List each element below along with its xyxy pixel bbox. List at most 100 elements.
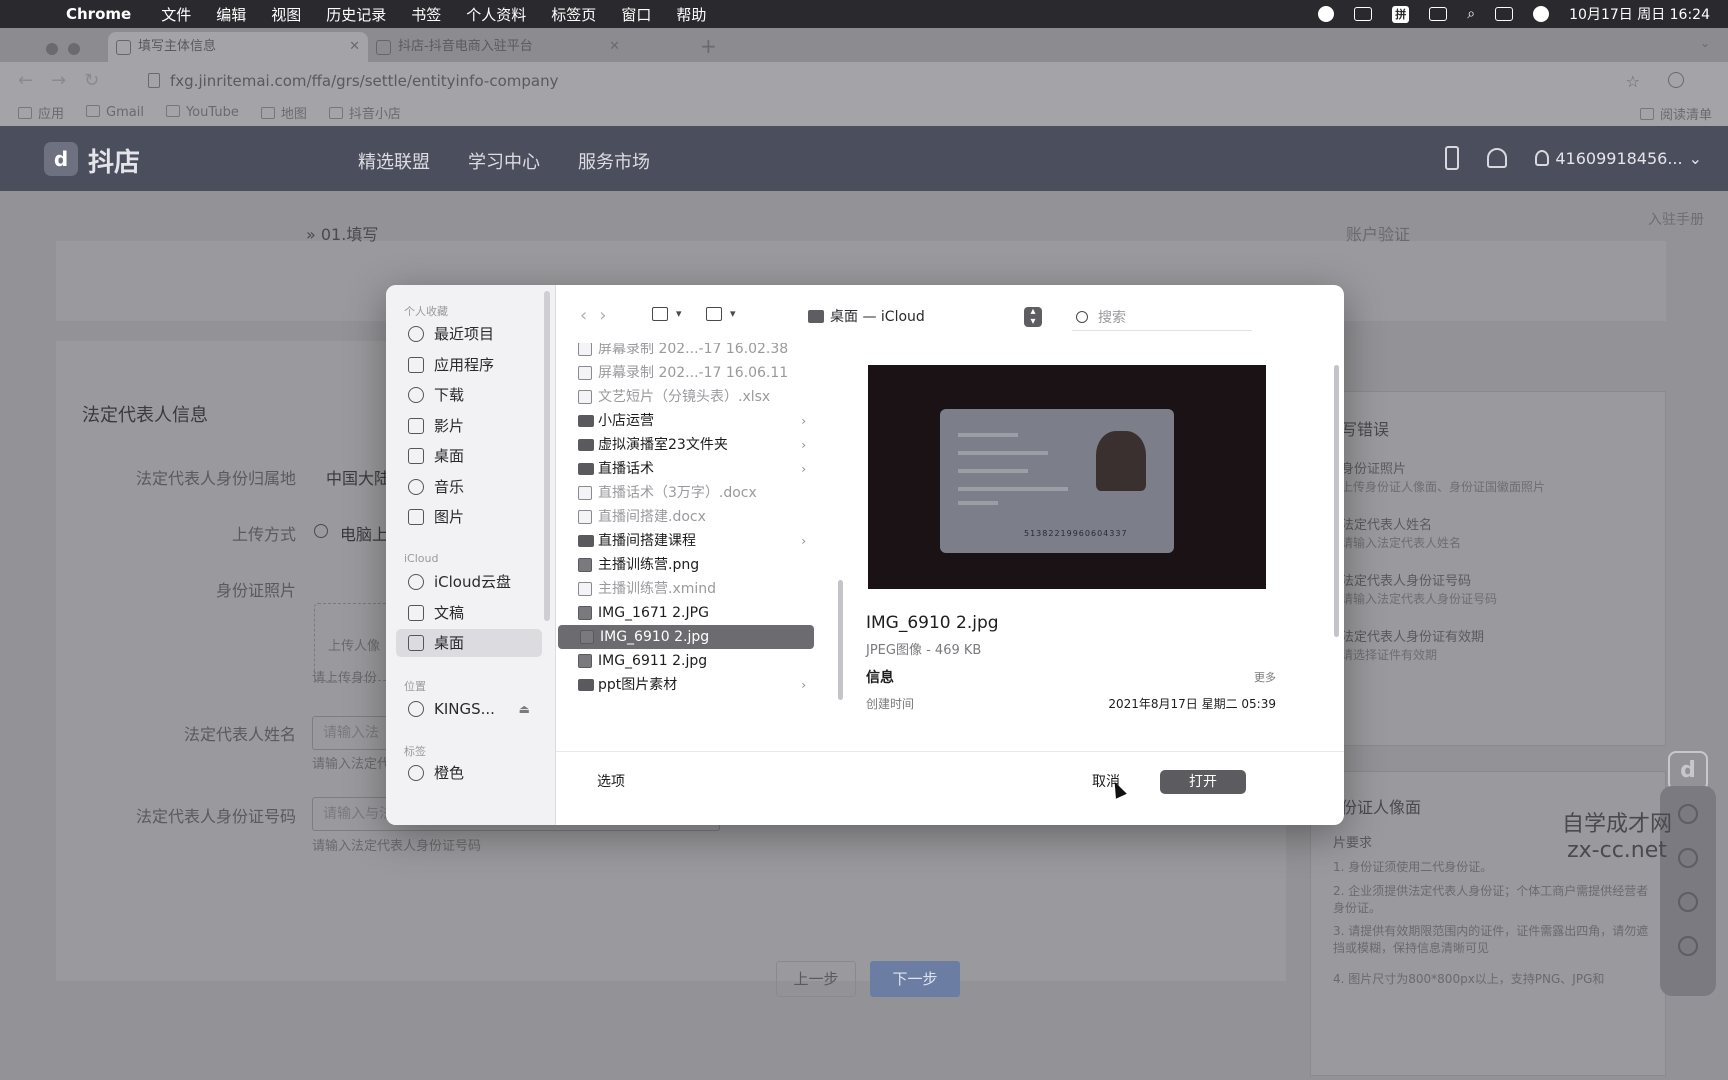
tab-search-chevron-icon[interactable]: ⌄	[1700, 36, 1710, 50]
file-row[interactable]: IMG_1671 2.JPG	[556, 601, 816, 625]
file-row[interactable]: 直播话术（3万字）.docx	[556, 481, 816, 505]
record-status-icon[interactable]	[1318, 6, 1335, 22]
prev-step-button[interactable]: 上一步	[776, 961, 856, 997]
profile-avatar-icon[interactable]	[1668, 72, 1684, 88]
menu-help[interactable]: 帮助	[676, 4, 706, 25]
sidebar-item-icloud-drive[interactable]: iCloud云盘	[396, 568, 542, 596]
file-row[interactable]: IMG_6910 2.jpg	[558, 625, 814, 649]
siri-icon[interactable]	[1533, 6, 1550, 22]
open-button[interactable]: 打开	[1160, 770, 1246, 794]
sidebar-item-pictures[interactable]: 图片	[396, 503, 542, 531]
group-grid-icon[interactable]	[706, 307, 722, 321]
menubar-clock[interactable]: 10月17日 周日 16:24	[1569, 4, 1710, 24]
file-row[interactable]: 屏幕录制 202...-17 16.02.38	[556, 343, 816, 361]
sidebar-item-drive[interactable]: KINGS... ⏏	[396, 695, 542, 723]
sidebar-item-movies[interactable]: 影片	[396, 412, 542, 440]
error-item-title[interactable]: 法定代表人姓名	[1341, 514, 1432, 533]
next-step-button[interactable]: 下一步	[870, 961, 960, 997]
file-row[interactable]: IMG_6911 2.jpg	[556, 649, 816, 673]
tab-close-icon[interactable]: ✕	[349, 32, 360, 62]
error-item-title[interactable]: 身份证照片	[1341, 458, 1406, 477]
tab-entity-info[interactable]: 填写主体信息 ✕	[108, 32, 368, 62]
sidebar-item-recents[interactable]: 最近项目	[396, 320, 542, 348]
bookmark-youtube[interactable]: YouTube	[165, 104, 239, 120]
folder-row[interactable]: 虚拟演播室23文件夹 ›	[556, 433, 816, 457]
book-icon[interactable]	[1678, 804, 1698, 824]
upload-method-radio[interactable]	[314, 524, 328, 538]
file-row[interactable]: 主播训练营.png	[556, 553, 816, 577]
clock-icon[interactable]	[1678, 892, 1698, 912]
chevron-down-icon[interactable]: ▾	[730, 307, 736, 320]
site-logo-text[interactable]: 抖店	[88, 142, 140, 179]
settle-manual-link[interactable]: 入驻手册	[1648, 209, 1704, 229]
menu-bookmarks[interactable]: 书签	[411, 4, 441, 25]
tab-close-icon[interactable]: ✕	[609, 32, 620, 62]
back-forward-icons[interactable]: ‹›	[580, 305, 618, 326]
file-row[interactable]: 屏幕录制 202...-17 16.06.11	[556, 361, 816, 385]
menu-file[interactable]: 文件	[161, 4, 191, 25]
doudian-logo-icon[interactable]: d	[44, 142, 78, 176]
sidebar-item-tag-orange[interactable]: 橙色	[396, 759, 542, 787]
bookmark-maps[interactable]: 地图	[260, 103, 307, 122]
control-center-icon[interactable]	[1495, 7, 1514, 21]
reading-list[interactable]: 阅读清单	[1639, 104, 1712, 123]
menu-app-name[interactable]: Chrome	[66, 5, 131, 23]
sidebar-scrollbar[interactable]	[544, 291, 550, 621]
folder-row[interactable]: 小店运营 ›	[556, 409, 816, 433]
notification-bell-icon[interactable]	[1487, 148, 1508, 168]
sidebar-item-documents[interactable]: 文稿	[396, 599, 542, 627]
sidebar-item-music[interactable]: 音乐	[396, 473, 542, 501]
chevron-down-icon[interactable]: ▾	[676, 307, 682, 320]
folder-row[interactable]: ppt图片素材 ›	[556, 673, 816, 697]
menu-edit[interactable]: 编辑	[216, 4, 246, 25]
file-row[interactable]: 直播间搭建.docx	[556, 505, 816, 529]
file-list-scrollbar[interactable]	[838, 580, 843, 700]
sidebar-item-downloads[interactable]: 下载	[396, 381, 542, 409]
menu-tabs[interactable]: 标签页	[551, 4, 596, 25]
folder-row[interactable]: 直播间搭建课程 ›	[556, 529, 816, 553]
sidebar-item-icloud-desktop[interactable]: 桌面	[396, 629, 542, 657]
bookmark-doudian[interactable]: 抖音小店	[328, 103, 401, 122]
spotlight-search-icon[interactable]: ⌕	[1467, 6, 1475, 22]
more-link[interactable]: 更多	[1254, 669, 1276, 685]
back-forward-reload-icons[interactable]: ←→↻	[18, 70, 117, 91]
new-tab-icon[interactable]: +	[700, 34, 717, 58]
region-value[interactable]: 中国大陆	[326, 465, 390, 489]
window-close-button[interactable]	[46, 43, 58, 55]
location-popup[interactable]: 桌面 — iCloud ▴ ▾	[804, 305, 1042, 329]
mobile-phone-icon[interactable]	[1445, 146, 1460, 170]
sidebar-item-desktop[interactable]: 桌面	[396, 442, 542, 470]
float-doudian-logo-icon[interactable]: d	[1668, 751, 1708, 791]
eject-icon[interactable]: ⏏	[519, 695, 530, 723]
bookmark-apps[interactable]: 应用	[18, 103, 64, 122]
menu-history[interactable]: 历史记录	[326, 4, 386, 25]
nav-item-learning[interactable]: 学习中心	[468, 148, 540, 174]
folder-row[interactable]: 直播话术 ›	[556, 457, 816, 481]
error-item-title[interactable]: 法定代表人身份证有效期	[1341, 626, 1484, 645]
nav-item-market[interactable]: 服务市场	[578, 148, 650, 174]
lock-icon[interactable]	[1678, 936, 1698, 956]
file-row[interactable]: 主播训练营.xmind	[556, 577, 816, 601]
preview-scrollbar[interactable]	[1334, 365, 1339, 637]
wechat-icon[interactable]	[1354, 7, 1373, 21]
window-minimize-button[interactable]	[68, 43, 80, 55]
dialog-search-field[interactable]: 搜索	[1072, 305, 1252, 331]
cancel-button[interactable]: 取消	[1068, 770, 1144, 794]
column-view-icon[interactable]	[652, 307, 668, 321]
file-row[interactable]: 文艺短片（分镜头表）.xlsx	[556, 385, 816, 409]
options-button[interactable]: 选项	[580, 770, 642, 794]
menu-profile[interactable]: 个人资料	[466, 4, 526, 25]
user-menu[interactable]: 41609918456... ⌄	[1535, 149, 1702, 168]
menu-window[interactable]: 窗口	[621, 4, 651, 25]
bookmark-gmail[interactable]: Gmail	[86, 104, 144, 120]
tab-doudian-settle[interactable]: 抖店-抖音电商入驻平台 ✕	[368, 32, 628, 62]
bookmark-star-icon[interactable]: ☆	[1626, 72, 1640, 91]
menu-view[interactable]: 视图	[271, 4, 301, 25]
input-method-icon[interactable]: 拼	[1392, 5, 1410, 23]
sidebar-item-applications[interactable]: 应用程序	[396, 351, 542, 379]
headset-icon[interactable]	[1678, 848, 1698, 868]
address-bar[interactable]: fxg.jinritemai.com/ffa/grs/settle/entity…	[140, 67, 1650, 95]
nav-item-alliance[interactable]: 精选联盟	[358, 148, 430, 174]
battery-icon[interactable]	[1429, 7, 1448, 21]
error-item-title[interactable]: 法定代表人身份证号码	[1341, 570, 1471, 589]
